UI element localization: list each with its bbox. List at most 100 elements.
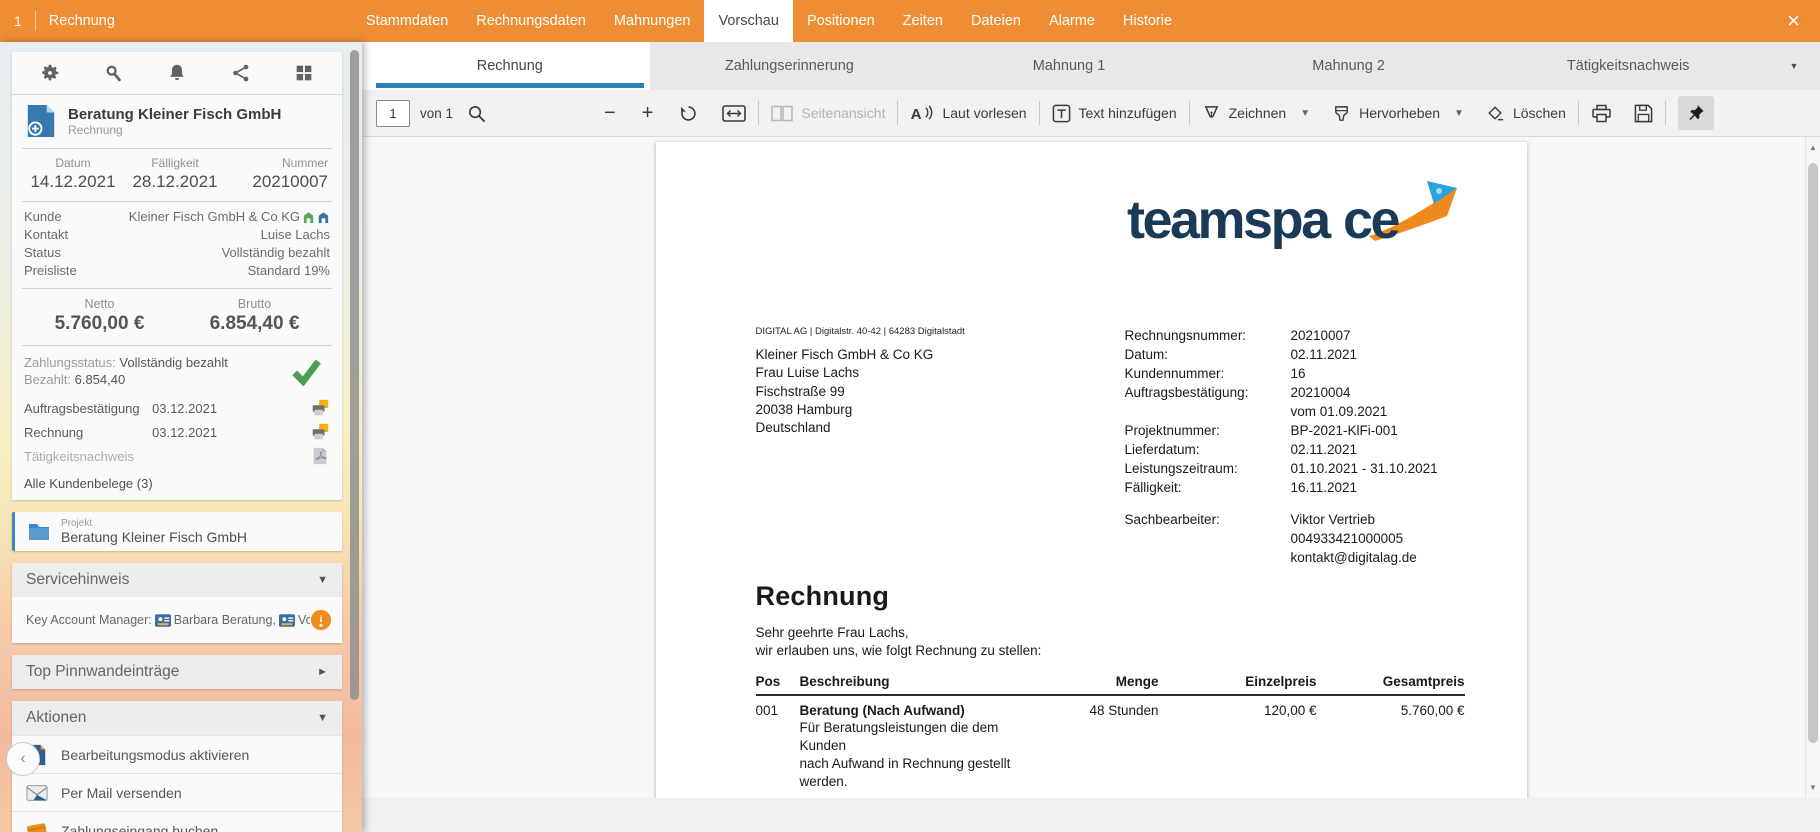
contact-card-icon[interactable]	[154, 613, 171, 627]
pin-icon	[1689, 104, 1704, 120]
due-label: Fälligkeit	[151, 156, 199, 170]
company-badge-blue-icon[interactable]	[317, 211, 330, 224]
due-value: 28.12.2021	[132, 172, 218, 191]
tab-alarme[interactable]: Alarme	[1035, 0, 1109, 42]
search-icon[interactable]	[467, 104, 486, 123]
page-number-input[interactable]	[376, 99, 410, 127]
highlighter-icon	[1335, 105, 1349, 121]
pdf-scrollbar-thumb[interactable]	[1808, 163, 1818, 743]
print-icon[interactable]	[1591, 104, 1612, 123]
add-text-button[interactable]: Text hinzufügen	[1052, 104, 1177, 123]
apps-grid-icon[interactable]	[293, 62, 315, 84]
pdf-scrollbar[interactable]: ▲ ▼	[1805, 137, 1820, 798]
share-icon[interactable]	[230, 62, 252, 84]
invoice-title: Rechnung	[755, 581, 890, 611]
tab-vorschau[interactable]: Vorschau	[704, 0, 793, 42]
scroll-up-icon[interactable]: ▲	[1806, 143, 1820, 152]
print-icon[interactable]	[310, 398, 330, 418]
tab-rechnungsdaten[interactable]: Rechnungsdaten	[462, 0, 600, 42]
zoom-out-button[interactable]: −	[604, 102, 616, 125]
payment-status-label: Zahlungsstatus:	[24, 355, 116, 370]
tab-dateien[interactable]: Dateien	[957, 0, 1035, 42]
payment-status-value: Vollständig bezahlt	[119, 355, 228, 370]
doc-tab-taetigkeitsnachweis[interactable]: Tätigkeitsnachweis	[1488, 42, 1768, 90]
zoom-in-button[interactable]: +	[642, 102, 654, 125]
actions-card: Aktionen ▼ Bearbeitungsmodus aktivieren …	[12, 701, 342, 832]
chevron-down-icon[interactable]: ▼	[317, 574, 328, 586]
section-servicehinweis[interactable]: Servicehinweis ▼	[12, 563, 342, 597]
search-icon[interactable]	[102, 62, 124, 84]
recipient-block: DIGITAL AG | Digitalstr. 40-42 | 64283 D…	[756, 326, 1125, 567]
action-book-payment[interactable]: Zahlungseingang buchen	[12, 811, 342, 832]
pdf-file-icon	[313, 447, 327, 465]
project-card[interactable]: Projekt Beratung Kleiner Fisch GmbH	[12, 512, 342, 551]
sidebar-collapse-button[interactable]: ‹	[6, 742, 40, 776]
payment-status-block: Zahlungsstatus: Vollständig bezahlt Beza…	[12, 346, 342, 394]
table-row: 001 Beratung (Nach Aufwand) Für Beratung…	[756, 696, 1465, 798]
document-row-taetigkeitsnachweis[interactable]: Tätigkeitsnachweis	[24, 444, 330, 468]
settings-icon[interactable]	[39, 62, 61, 84]
fit-width-icon[interactable]	[722, 104, 747, 123]
topbar-tabs: Stammdaten Rechnungsdaten Mahnungen Vors…	[352, 0, 1186, 42]
doc-tab-zahlungserinnerung[interactable]: Zahlungserinnerung	[650, 42, 930, 90]
window-title: Rechnung	[48, 13, 115, 29]
doc-tabs-dropdown-icon[interactable]: ▼	[1768, 42, 1820, 90]
key-account-manager-2[interactable]: Vol…	[298, 613, 310, 627]
company-badge-green-icon[interactable]	[302, 211, 315, 224]
contact-card-icon[interactable]	[278, 613, 295, 627]
close-icon[interactable]: ×	[1767, 0, 1820, 42]
chevron-right-icon[interactable]: ►	[317, 666, 328, 678]
tab-zeiten[interactable]: Zeiten	[889, 0, 957, 42]
tab-historie[interactable]: Historie	[1109, 0, 1186, 42]
positions-table: Pos Beschreibung Menge Einzelpreis Gesam…	[755, 674, 1465, 798]
scroll-down-icon[interactable]: ▼	[1806, 783, 1820, 792]
erase-button[interactable]: Löschen	[1486, 104, 1566, 123]
action-send-mail[interactable]: Per Mail versenden	[12, 773, 342, 811]
print-icon[interactable]	[310, 422, 330, 442]
document-row-rechnung[interactable]: Rechnung 03.12.2021	[24, 420, 330, 444]
detail-preisliste: Preisliste Standard 19%	[24, 263, 330, 278]
pdf-viewport[interactable]: teamspa ce DIGITAL AG | Digitalstr. 40-4…	[362, 137, 1820, 798]
doc-tab-mahnung-1[interactable]: Mahnung 1	[929, 42, 1209, 90]
folder-icon	[29, 523, 49, 540]
contact-link[interactable]: Luise Lachs	[261, 226, 330, 244]
tab-mahnungen[interactable]: Mahnungen	[600, 0, 705, 42]
company-name: Beratung Kleiner Fisch GmbH	[68, 105, 282, 123]
tab-positionen[interactable]: Positionen	[793, 0, 889, 42]
teamspace-logo: teamspa ce	[1127, 181, 1457, 250]
all-customer-documents-link[interactable]: Alle Kundenbelege (3)	[12, 474, 342, 500]
chevron-down-icon[interactable]: ▼	[1300, 108, 1310, 119]
tab-stammdaten[interactable]: Stammdaten	[352, 0, 462, 42]
paid-value: 6.854,40	[74, 372, 126, 387]
document-row-auftragsbestaetigung[interactable]: Auftragsbestätigung 03.12.2021	[24, 396, 330, 420]
two-page-icon	[771, 105, 794, 121]
sidebar-scrollbar-thumb[interactable]	[350, 50, 359, 700]
draw-button[interactable]: Zeichnen ▼	[1202, 104, 1310, 123]
customer-link[interactable]: Kleiner Fisch GmbH & Co KG	[129, 208, 300, 226]
chevron-down-icon[interactable]: ▼	[317, 712, 328, 724]
record-type-label: Rechnung	[68, 122, 123, 137]
pin-toolbar-button[interactable]	[1677, 96, 1714, 130]
project-label: Projekt	[61, 518, 93, 529]
section-top-pinnwandeintraege[interactable]: Top Pinnwandeinträge ►	[12, 655, 342, 689]
project-name[interactable]: Beratung Kleiner Fisch GmbH	[61, 529, 247, 545]
key-account-manager-1[interactable]: Barbara Beratung,	[174, 613, 276, 627]
chevron-down-icon[interactable]: ▼	[1454, 108, 1464, 119]
notifications-icon[interactable]	[166, 62, 188, 84]
doc-tab-rechnung[interactable]: Rechnung	[370, 42, 650, 90]
section-aktionen[interactable]: Aktionen ▼	[12, 701, 342, 735]
detail-kunde: Kunde Kleiner Fisch GmbH & Co KG	[24, 208, 330, 226]
action-edit-mode[interactable]: Bearbeitungsmodus aktivieren	[12, 735, 342, 773]
sidebar-scrollbar[interactable]	[350, 50, 359, 824]
highlight-button[interactable]: Hervorheben ▼	[1332, 104, 1464, 123]
save-icon[interactable]	[1634, 104, 1653, 123]
document-tabs: Rechnung Zahlungserinnerung Mahnung 1 Ma…	[370, 42, 1820, 90]
doc-tab-mahnung-2[interactable]: Mahnung 2	[1209, 42, 1489, 90]
read-aloud-button[interactable]: A Laut vorlesen	[910, 104, 1027, 123]
number-label: Nummer	[281, 156, 328, 170]
service-note-card: Servicehinweis ▼ Key Account Manager: Ba…	[12, 563, 342, 643]
detail-status: Status Vollständig bezahlt	[24, 245, 330, 260]
pen-nib-icon	[1204, 105, 1218, 118]
rotate-icon[interactable]	[679, 104, 698, 123]
